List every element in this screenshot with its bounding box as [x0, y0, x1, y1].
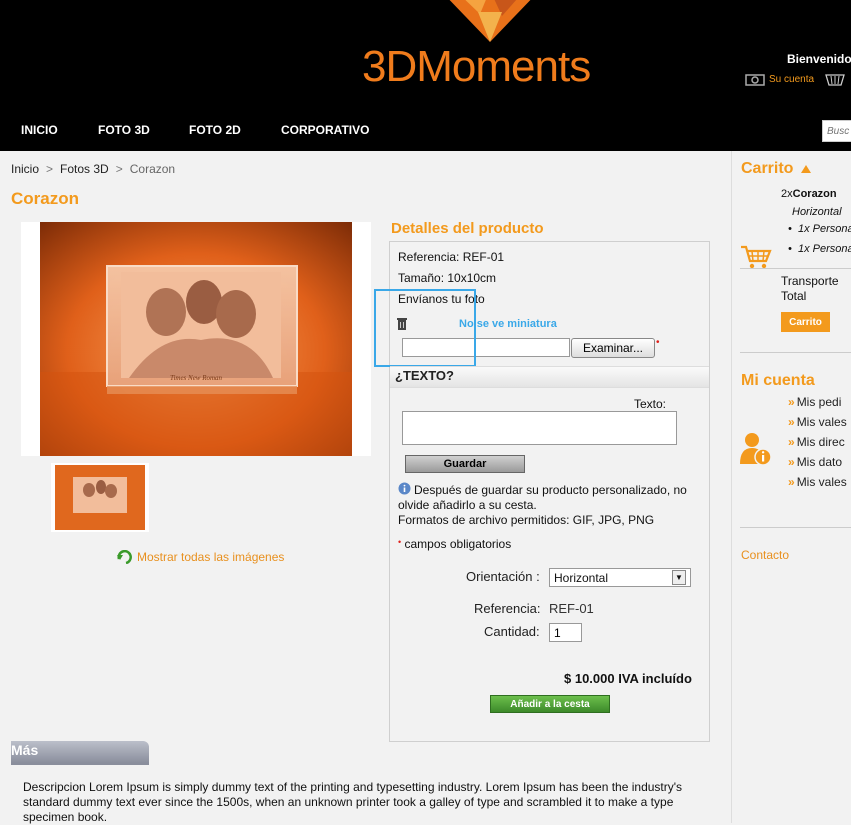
cart-item-variant: Horizontal — [792, 206, 842, 218]
detail-size-line: Tamaño: 10x10cm — [398, 271, 497, 285]
texto-section-header: ¿TEXTO? — [395, 368, 454, 383]
breadcrumb-sep: > — [115, 162, 123, 176]
account-item[interactable]: » Mis vales — [788, 415, 847, 429]
required-fields-note: • campos obligatorios — [398, 537, 511, 551]
cart-total-label: Total — [781, 289, 807, 303]
account-item-label: Mis vales — [796, 475, 847, 489]
logo-diamond-icon — [449, 0, 531, 42]
welcome-text: Bienvenido, — [787, 52, 851, 66]
details-title: Detalles del producto — [391, 220, 544, 237]
user-info-icon — [740, 433, 772, 466]
product-description: Descripcion Lorem Ipsum is simply dummy … — [23, 780, 683, 824]
show-all-images-label: Mostrar todas las imágenes — [137, 550, 285, 564]
cart-title-label: Carrito — [741, 160, 794, 177]
breadcrumb: Inicio > Fotos 3D > Corazon — [11, 162, 175, 176]
engraving-text: Times New Roman — [170, 374, 223, 382]
nav-foto-3d[interactable]: FOTO 3D — [98, 123, 150, 137]
account-title: Mi cuenta — [741, 372, 815, 389]
account-link-label: Su cuenta — [769, 73, 815, 85]
account-item-label: Mis vales — [796, 415, 847, 429]
save-button[interactable]: Guardar — [405, 455, 525, 473]
required-asterisk: • — [656, 337, 660, 348]
search-input[interactable] — [822, 120, 851, 142]
breadcrumb-home[interactable]: Inicio — [11, 162, 39, 176]
dropdown-arrow-icon: ▼ — [672, 570, 686, 585]
cart-button[interactable]: Carrito — [781, 312, 830, 332]
cart-transport-label: Transporte — [781, 274, 839, 288]
refresh-arrow-icon — [117, 550, 132, 564]
site-logo[interactable]: 3DMoments — [362, 42, 591, 92]
basket-icon[interactable] — [824, 72, 846, 86]
cart-title[interactable]: Carrito — [741, 160, 812, 178]
info-message: Después de guardar su producto personali… — [398, 482, 698, 528]
cart-divider — [740, 268, 851, 269]
page-title: Corazon — [11, 189, 79, 208]
account-item-label: Mis direc — [796, 435, 845, 449]
more-tab-label: Más — [11, 742, 39, 758]
cart-sub-item: • 1x Persona — [788, 243, 851, 255]
double-chevron-icon: » — [788, 475, 795, 489]
cart-sub-item-label: 1x Persona — [797, 243, 851, 255]
allowed-formats-text: Formatos de archivo permitidos: GIF, JPG… — [398, 513, 655, 527]
reference-value: REF-01 — [549, 601, 594, 616]
annotation-highlight-box — [374, 289, 476, 367]
right-column-divider — [731, 151, 732, 823]
product-main-image[interactable]: Times New Roman — [21, 222, 371, 456]
account-item[interactable]: » Mis pedi — [788, 395, 841, 409]
account-item-label: Mis pedi — [796, 395, 842, 409]
texto-label: Texto: — [634, 397, 667, 411]
double-chevron-icon: » — [788, 435, 795, 449]
required-fields-label: campos obligatorios — [404, 537, 512, 551]
add-to-cart-button[interactable]: Añadir a la cesta — [490, 695, 610, 713]
cart-sub-item: • 1x Persona — [788, 223, 851, 235]
breadcrumb-fotos-3d[interactable]: Fotos 3D — [60, 162, 109, 176]
required-asterisk: • — [398, 537, 402, 547]
account-icon — [745, 74, 765, 86]
cart-item[interactable]: 2xCorazon — [781, 188, 837, 200]
nav-foto-2d[interactable]: FOTO 2D — [189, 123, 241, 137]
breadcrumb-current: Corazon — [129, 162, 176, 176]
nav-corporativo[interactable]: CORPORATIVO — [281, 123, 369, 137]
account-item[interactable]: » Mis direc — [788, 435, 845, 449]
cart-item-qty: 2x — [781, 188, 793, 200]
shopping-cart-icon — [741, 245, 772, 269]
account-item-label: Mis dato — [796, 455, 843, 469]
section-divider — [740, 527, 851, 528]
orientation-value: Horizontal — [554, 570, 609, 585]
orientation-select[interactable]: Horizontal ▼ — [549, 568, 691, 587]
product-price: $ 10.000 IVA incluído — [564, 671, 692, 686]
cart-sub-item-label: 1x Persona — [797, 223, 851, 235]
texto-textarea[interactable] — [402, 411, 677, 445]
contact-link[interactable]: Contacto — [741, 548, 789, 562]
nav-inicio[interactable]: INICIO — [21, 123, 58, 137]
section-divider — [740, 352, 851, 353]
quantity-label: Cantidad: — [484, 624, 540, 639]
double-chevron-icon: » — [788, 395, 795, 409]
cart-item-name: Corazon — [792, 188, 837, 200]
account-item[interactable]: » Mis vales — [788, 475, 847, 489]
account-item[interactable]: » Mis dato — [788, 455, 842, 469]
orientation-label: Orientación : — [466, 569, 540, 584]
product-thumbnail[interactable] — [51, 463, 149, 532]
quantity-input[interactable] — [549, 623, 582, 642]
collapse-arrow-icon[interactable] — [801, 165, 812, 173]
account-link[interactable]: Su cuenta — [745, 72, 846, 86]
info-message-text: Después de guardar su producto personali… — [398, 483, 687, 512]
detail-reference-line: Referencia: REF-01 — [398, 250, 505, 264]
show-all-images-link[interactable]: Mostrar todas las imágenes — [117, 550, 284, 564]
breadcrumb-sep: > — [46, 162, 54, 176]
reference-label: Referencia: — [474, 601, 541, 616]
double-chevron-icon: » — [788, 455, 795, 469]
browse-button[interactable]: Examinar... — [571, 338, 655, 358]
info-icon — [398, 482, 411, 495]
double-chevron-icon: » — [788, 415, 795, 429]
